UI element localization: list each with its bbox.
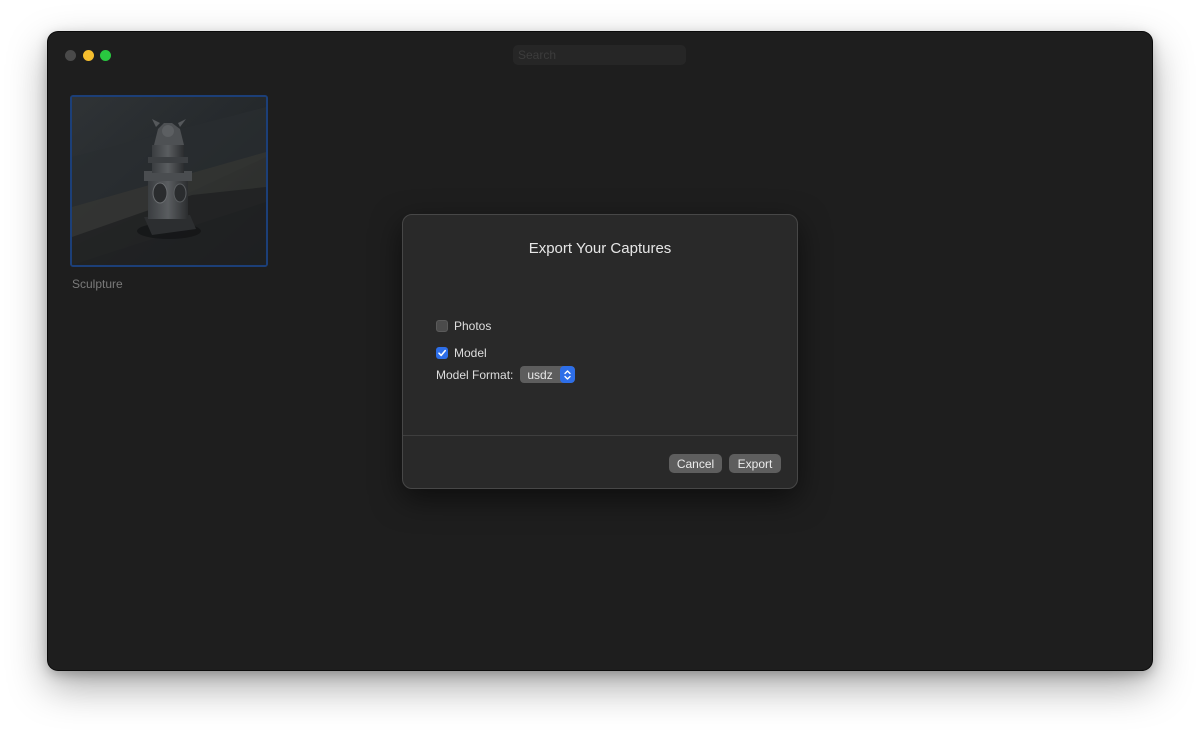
dialog-divider <box>403 435 797 436</box>
model-format-row: Model Format: usdz <box>436 366 575 383</box>
model-format-select[interactable]: usdz <box>520 366 575 383</box>
model-option[interactable]: Model <box>436 346 487 360</box>
capture-thumbnail-sculpture[interactable] <box>70 95 268 267</box>
dialog-title: Export Your Captures <box>528 240 672 257</box>
export-button[interactable]: Export <box>729 454 781 473</box>
photos-label: Photos <box>454 319 492 333</box>
minimize-window-button[interactable] <box>83 50 94 61</box>
close-window-button[interactable] <box>65 50 76 61</box>
zoom-window-button[interactable] <box>100 50 111 61</box>
cancel-button[interactable]: Cancel <box>669 454 722 473</box>
app-window: Sculpture Export Your Captures Photos Mo… <box>48 32 1152 670</box>
search-input[interactable] <box>513 45 686 65</box>
model-checkbox[interactable] <box>436 347 448 359</box>
capture-label: Sculpture <box>72 277 123 291</box>
sculpture-image <box>72 97 266 265</box>
checkmark-icon <box>438 349 446 357</box>
model-format-label: Model Format: <box>436 367 514 382</box>
photos-checkbox[interactable] <box>436 320 448 332</box>
model-format-value: usdz <box>527 367 553 382</box>
export-dialog: Export Your Captures Photos Model Model … <box>402 214 798 489</box>
model-label: Model <box>454 346 487 360</box>
chevron-up-down-icon <box>559 366 575 383</box>
photos-option[interactable]: Photos <box>436 319 491 333</box>
